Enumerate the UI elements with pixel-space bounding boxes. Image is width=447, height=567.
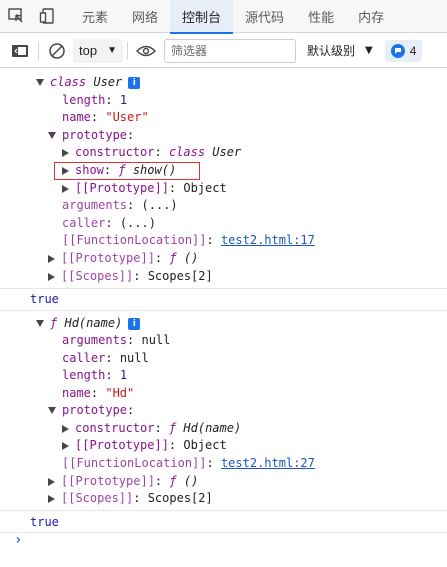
property-caller[interactable]: caller: (...) [62,214,156,232]
issues-counter-button[interactable]: 4 [384,39,423,62]
device-toolbar-icon[interactable] [32,0,64,33]
expanded-triangle-icon [48,132,56,139]
info-icon[interactable]: i [128,76,141,89]
devtools-tab-bar: 元素 网络 控制台 源代码 性能 内存 [0,0,447,34]
source-link[interactable]: test2.html:17 [221,233,315,247]
property-constructor[interactable]: constructor: class User [62,143,241,161]
property-prototype[interactable]: prototype: [48,401,134,419]
inspect-element-icon[interactable] [0,0,32,33]
live-expression-eye-icon[interactable] [132,38,160,64]
collapsed-triangle-icon [62,184,69,193]
property-length: length: 1 [62,93,128,107]
toolbar-divider [126,41,128,60]
issues-count: 4 [409,43,417,58]
log-levels-dropdown[interactable]: 默认级别 ▼ [307,42,373,59]
collapsed-triangle-icon [48,254,55,263]
filter-input[interactable]: 筛选器 [163,38,296,63]
log-levels-label: 默认级别 [306,44,355,58]
toolbar-divider [38,41,39,60]
tab-console[interactable]: 控制台 [170,0,234,34]
property-constructor[interactable]: constructor: ƒ Hd(name) [62,419,241,437]
console-toolbar: top ▼ 筛选器 默认级别 ▼ 4 [0,34,447,68]
object-tree-header-hd[interactable]: ƒ Hd(name) i [36,314,141,332]
chevron-down-icon: ▼ [365,45,373,56]
property-show[interactable]: show: ƒ show() [62,161,176,179]
tab-memory[interactable]: 内存 [346,0,396,33]
property-function-location: [[FunctionLocation]]: test2.html:17 [62,233,315,247]
message-divider [0,510,447,511]
tab-elements[interactable]: 元素 [70,0,120,33]
property-prototype-fn[interactable]: [[Prototype]]: ƒ () [48,249,198,267]
collapsed-triangle-icon [48,272,55,281]
collapsed-triangle-icon [48,494,55,503]
property-arguments: arguments: null [62,333,171,347]
issues-icon [390,43,405,58]
property-scopes[interactable]: [[Scopes]]: Scopes[2] [48,267,213,285]
expanded-triangle-icon [48,407,56,414]
expanded-triangle-icon [36,79,44,86]
object-tree-header-user[interactable]: class User i [36,73,141,91]
message-divider [0,532,447,533]
info-icon[interactable]: i [128,317,141,330]
expanded-triangle-icon [36,320,44,327]
tab-sources[interactable]: 源代码 [233,0,296,33]
console-prompt[interactable]: › [14,532,22,548]
tab-network[interactable]: 网络 [120,0,170,33]
source-link[interactable]: test2.html:27 [221,456,315,470]
context-selector-value: top [79,43,98,58]
property-prototype-internal[interactable]: [[Prototype]]: Object [62,179,227,197]
property-arguments[interactable]: arguments: (...) [62,196,178,214]
property-prototype-internal[interactable]: [[Prototype]]: Object [62,436,227,454]
property-name: name: "User" [62,110,149,124]
collapsed-triangle-icon [62,148,69,157]
result-true-1: true [30,292,59,306]
property-function-location: [[FunctionLocation]]: test2.html:27 [62,456,315,470]
collapsed-triangle-icon [62,441,69,450]
collapsed-triangle-icon [48,477,55,486]
property-length: length: 1 [62,368,128,382]
result-true-2: true [30,515,59,529]
message-divider [0,288,447,289]
property-caller: caller: null [62,351,149,365]
collapsed-triangle-icon [62,166,69,175]
context-selector[interactable]: top ▼ [73,38,123,63]
message-divider [0,310,447,311]
clear-console-icon[interactable] [43,38,71,64]
collapsed-triangle-icon [62,424,69,433]
property-name: name: "Hd" [62,386,135,400]
chevron-down-icon: ▼ [107,45,117,56]
property-prototype[interactable]: prototype: [48,126,134,144]
property-prototype-fn[interactable]: [[Prototype]]: ƒ () [48,472,198,490]
tab-performance[interactable]: 性能 [296,0,346,33]
toggle-sidebar-icon[interactable] [6,38,34,64]
property-scopes[interactable]: [[Scopes]]: Scopes[2] [48,489,213,507]
